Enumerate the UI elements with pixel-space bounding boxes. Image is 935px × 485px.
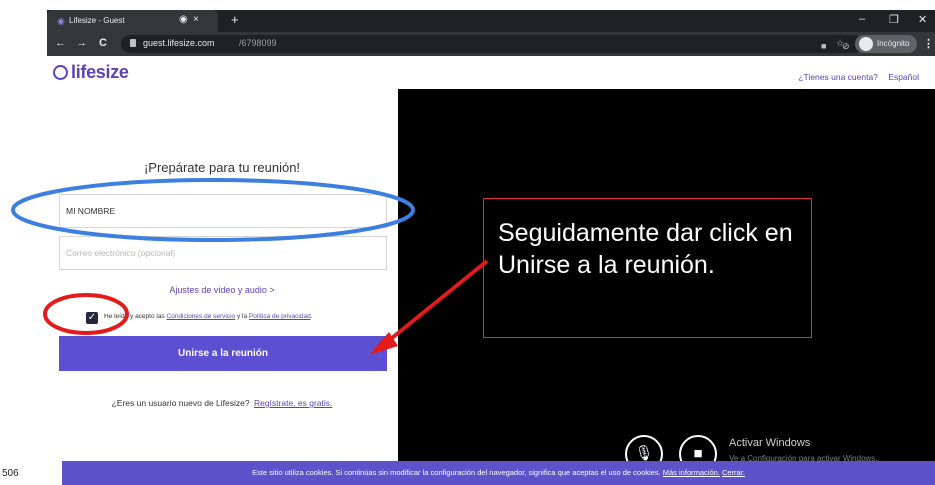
- camera-icon[interactable]: ■: [821, 41, 826, 51]
- incognito-icon: [859, 37, 873, 51]
- cookie-more-info-link[interactable]: Más información.: [663, 468, 720, 477]
- have-account-link[interactable]: ¿Tienes una cuenta?: [798, 72, 878, 82]
- page-number: 506: [2, 468, 19, 479]
- incognito-label: Incógnito: [877, 39, 910, 48]
- terms-prefix: He leído y acepto las: [104, 313, 167, 320]
- page-heading: ¡Prepárate para tu reunión!: [143, 160, 301, 175]
- tab-title: Lifesize - Guest: [69, 16, 125, 25]
- new-user-text: ¿Eres un usuario nuevo de Lifesize?: [111, 398, 250, 408]
- url-path: /6798099: [239, 38, 277, 48]
- signup-prompt: ¿Eres un usuario nuevo de Lifesize? Regí…: [57, 398, 387, 408]
- tab-media-icon: ◉: [179, 14, 188, 25]
- bookmark-star-icon[interactable]: ☆: [836, 38, 844, 49]
- forward-icon[interactable]: →: [76, 37, 87, 49]
- browser-toolbar: ← → C guest.lifesize.com /6798099 ■ ⊘ ☆ …: [47, 32, 935, 56]
- address-bar[interactable]: guest.lifesize.com /6798099 ■ ⊘: [121, 35, 863, 53]
- minimize-icon[interactable]: –: [859, 13, 865, 25]
- reload-icon[interactable]: C: [99, 37, 107, 49]
- screenshot: ◉ Lifesize - Guest ◉ × + – ❐ ✕ ← → C gue…: [0, 0, 935, 485]
- terms-text: He leído y acepto las Condiciones de ser…: [104, 313, 313, 320]
- new-tab-button[interactable]: +: [231, 12, 239, 27]
- close-window-icon[interactable]: ✕: [918, 13, 927, 26]
- cookie-close-link[interactable]: Cerrar.: [722, 468, 745, 477]
- privacy-policy-link[interactable]: Política de privacidad: [249, 313, 311, 320]
- logo-text: lifesize: [71, 62, 129, 82]
- lifesize-favicon-icon: ◉: [57, 16, 65, 26]
- terms-suffix: .: [310, 313, 313, 320]
- cookie-text: Este sitio utiliza cookies. Si continúas…: [252, 468, 663, 477]
- incognito-badge[interactable]: Incógnito: [855, 35, 917, 53]
- lock-icon: [130, 39, 136, 47]
- language-link[interactable]: Español: [888, 72, 919, 82]
- back-icon[interactable]: ←: [55, 37, 66, 49]
- windows-activation-title: Activar Windows: [729, 437, 811, 449]
- browser-menu-icon[interactable]: ⋮: [923, 37, 934, 50]
- top-links: ¿Tienes una cuenta? Español: [798, 72, 919, 82]
- name-input[interactable]: MI NOMBRE: [59, 194, 387, 228]
- browser-tab[interactable]: ◉ Lifesize - Guest ◉ ×: [47, 10, 218, 32]
- cookie-banner: Este sitio utiliza cookies. Si continúas…: [62, 461, 935, 485]
- browser-tab-bar: ◉ Lifesize - Guest ◉ × + – ❐ ✕: [47, 10, 935, 32]
- email-input[interactable]: Correo electrónico (opcional): [59, 236, 387, 270]
- terms-middle: y la: [235, 313, 249, 320]
- tab-close-icon[interactable]: ×: [193, 14, 199, 25]
- instruction-callout: Seguidamente dar click en Unirse a la re…: [483, 198, 812, 338]
- terms-of-service-link[interactable]: Condiciones de servicio: [167, 313, 236, 320]
- lifesize-logo-icon: [53, 65, 68, 80]
- url-host: guest.lifesize.com: [143, 38, 215, 48]
- maximize-icon[interactable]: ❐: [889, 13, 899, 26]
- join-meeting-button[interactable]: Unirse a la reunión: [59, 336, 387, 371]
- signup-link[interactable]: Regístrate, es gratis.: [254, 398, 332, 408]
- terms-checkbox[interactable]: ✓: [86, 312, 98, 324]
- video-audio-settings-link[interactable]: Ajustes de video y audio >: [57, 285, 387, 295]
